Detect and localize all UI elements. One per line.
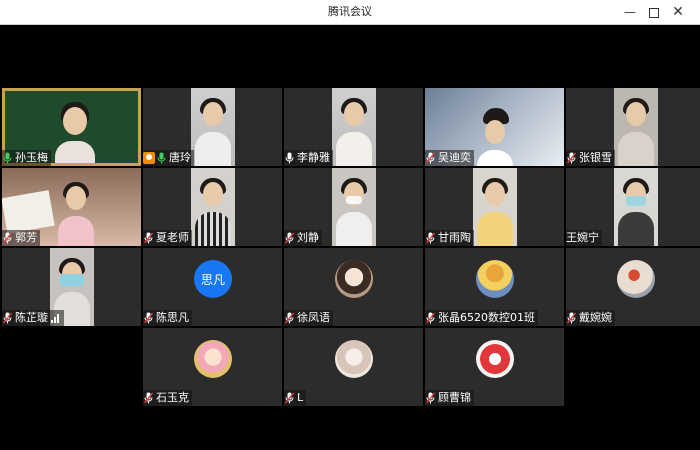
microphone-icon <box>156 150 168 166</box>
participant-label: 石玉克 <box>143 390 192 406</box>
microphone-muted-icon <box>2 310 14 326</box>
minimize-button[interactable]: — <box>620 2 640 22</box>
participant-video <box>332 168 376 246</box>
participant-name: 张晶6520数控01班 <box>438 311 535 324</box>
avatar <box>476 260 514 298</box>
participant-tile[interactable]: 石玉克 <box>143 328 282 406</box>
microphone-muted-icon <box>284 390 296 406</box>
participant-tile[interactable]: 孙玉梅 <box>2 88 141 166</box>
participant-name: 王婉宁 <box>566 231 599 244</box>
participant-name: 顾曹锦 <box>438 391 471 404</box>
microphone-muted-icon <box>143 310 155 326</box>
microphone-muted-icon <box>425 310 437 326</box>
participant-video <box>191 168 235 246</box>
participant-tile[interactable]: 李静雅 <box>284 88 423 166</box>
maximize-icon <box>649 7 659 18</box>
participant-tile[interactable]: 郭芳 <box>2 168 141 246</box>
avatar: 思凡 <box>194 260 232 298</box>
participant-name: 夏老师 <box>156 231 189 244</box>
participant-tile[interactable]: 刘静 <box>284 168 423 246</box>
participant-label: 郭芳 <box>2 230 40 246</box>
participant-name: 李静雅 <box>297 151 330 164</box>
participant-label: 张银雪 <box>566 150 615 166</box>
participant-tile[interactable]: 顾曹锦 <box>425 328 564 406</box>
microphone-muted-icon <box>2 230 14 246</box>
participant-tile[interactable]: 张银雪 <box>566 88 700 166</box>
participant-label: 徐凤语 <box>284 310 333 326</box>
participant-name: 张银雪 <box>579 151 612 164</box>
participant-video <box>332 88 376 166</box>
participant-label: 陈思凡 <box>143 310 192 326</box>
participant-label: 顾曹锦 <box>425 390 474 406</box>
participant-label: 甘雨陶 <box>425 230 474 246</box>
participant-name: 甘雨陶 <box>438 231 471 244</box>
participant-tile[interactable]: 徐凤语 <box>284 248 423 326</box>
microphone-muted-icon <box>284 230 296 246</box>
avatar <box>335 340 373 378</box>
participant-label: 夏老师 <box>143 230 192 246</box>
participant-label: 戴婉婉 <box>566 310 615 326</box>
participant-name: 陈芷璇 <box>15 311 48 324</box>
participant-name: 徐凤语 <box>297 311 330 324</box>
host-badge-icon <box>143 152 155 164</box>
participant-label: 孙玉梅 <box>2 150 51 166</box>
avatar <box>617 260 655 298</box>
participant-name: 石玉克 <box>156 391 189 404</box>
microphone-icon <box>2 150 14 166</box>
microphone-muted-icon <box>566 150 578 166</box>
participant-tile[interactable]: 思凡 陈思凡 <box>143 248 282 326</box>
microphone-muted-icon <box>143 230 155 246</box>
participant-tile[interactable]: 夏老师 <box>143 168 282 246</box>
participant-label: 唐玲 <box>143 150 194 166</box>
participant-tile[interactable]: 陈芷璇 <box>2 248 141 326</box>
participant-name: 陈思凡 <box>156 311 189 324</box>
participant-video <box>614 88 658 166</box>
avatar <box>194 340 232 378</box>
participant-name: 郭芳 <box>15 231 37 244</box>
avatar-text: 思凡 <box>200 272 225 287</box>
participant-label: 张晶6520数控01班 <box>425 310 538 326</box>
avatar <box>335 260 373 298</box>
participant-label: 吴迪奕 <box>425 150 474 166</box>
participant-name: 吴迪奕 <box>438 151 471 164</box>
participant-label: 李静雅 <box>284 150 333 166</box>
microphone-muted-icon <box>425 150 437 166</box>
signal-bars-icon <box>51 313 61 323</box>
close-button[interactable]: ✕ <box>668 2 688 22</box>
title-bar: 腾讯会议 — ✕ <box>0 0 700 25</box>
participant-label: L <box>284 390 307 406</box>
microphone-icon <box>284 150 296 166</box>
window-title: 腾讯会议 <box>328 5 372 18</box>
microphone-muted-icon <box>566 310 578 326</box>
participant-label: 王婉宁 <box>566 230 602 246</box>
microphone-muted-icon <box>425 390 437 406</box>
participant-label: 陈芷璇 <box>2 310 64 326</box>
microphone-muted-icon <box>143 390 155 406</box>
participant-name: 戴婉婉 <box>579 311 612 324</box>
participant-tile[interactable]: 唐玲 <box>143 88 282 166</box>
participant-video <box>473 168 517 246</box>
participant-name: L <box>297 391 304 404</box>
microphone-muted-icon <box>284 310 296 326</box>
participant-tile[interactable]: 甘雨陶 <box>425 168 564 246</box>
participant-video <box>614 168 658 246</box>
participant-tile[interactable]: 吴迪奕 <box>425 88 564 166</box>
participant-tile[interactable]: 张晶6520数控01班 <box>425 248 564 326</box>
participant-name: 孙玉梅 <box>15 151 48 164</box>
participant-tile[interactable]: 戴婉婉 <box>566 248 700 326</box>
participant-name: 唐玲 <box>169 151 191 164</box>
microphone-muted-icon <box>425 230 437 246</box>
participant-name: 刘静 <box>297 231 319 244</box>
participant-label: 刘静 <box>284 230 322 246</box>
maximize-button[interactable] <box>644 2 664 22</box>
participant-tile[interactable]: L <box>284 328 423 406</box>
avatar <box>476 340 514 378</box>
participant-tile[interactable]: 王婉宁 <box>566 168 700 246</box>
participant-video <box>191 88 235 166</box>
